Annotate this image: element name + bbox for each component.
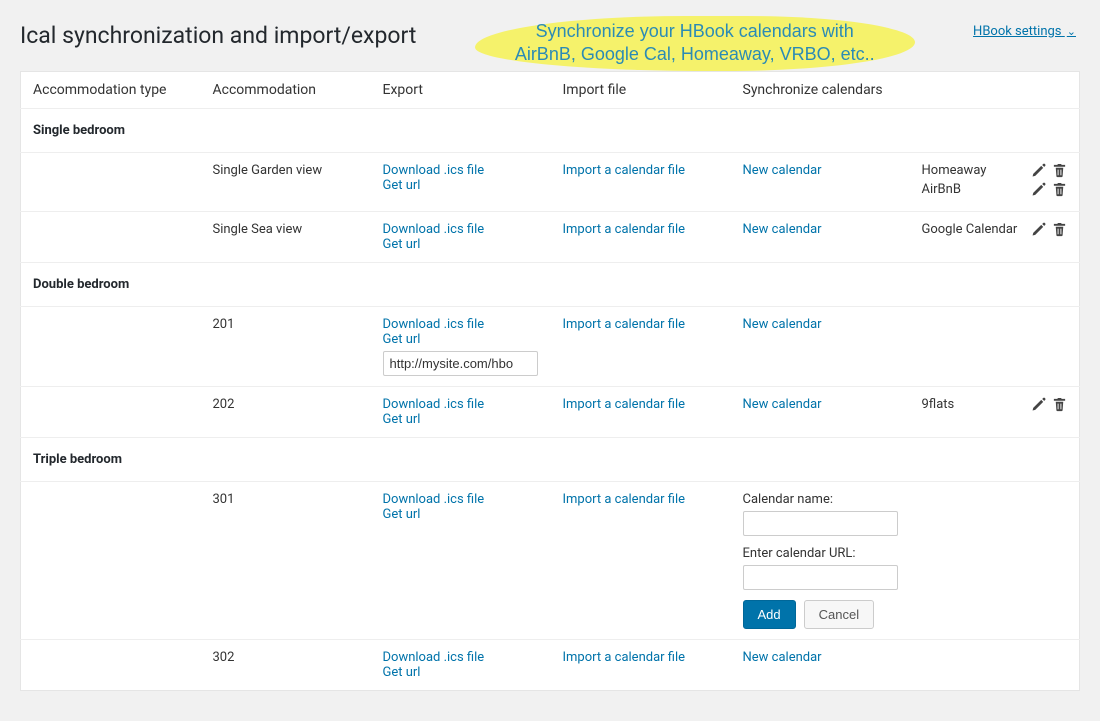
section-title: Double bedroom — [21, 262, 1080, 306]
delete-icon[interactable] — [1052, 163, 1067, 178]
get-url-link[interactable]: Get url — [383, 665, 421, 680]
calendar-url-label: Enter calendar URL: — [743, 546, 898, 561]
import-calendar-link[interactable]: Import a calendar file — [563, 397, 686, 412]
highlight-note: Synchronize your HBook calendars with Ai… — [475, 16, 915, 71]
col-type: Accommodation type — [21, 71, 201, 108]
calendar-name-label: Calendar name: — [743, 492, 898, 507]
hbook-settings-link[interactable]: HBook settings ⌄ — [973, 24, 1076, 39]
col-export: Export — [371, 71, 551, 108]
get-url-link[interactable]: Get url — [383, 237, 421, 252]
new-calendar-link[interactable]: New calendar — [743, 163, 822, 178]
delete-icon[interactable] — [1052, 397, 1067, 412]
edit-icon[interactable] — [1031, 163, 1046, 178]
section-title: Triple bedroom — [21, 437, 1080, 481]
get-url-link[interactable]: Get url — [383, 412, 421, 427]
note-line2: AirBnB, Google Cal, Homeaway, VRBO, etc.… — [515, 44, 875, 64]
table-row: 201 Download .ics fileGet url Import a cal… — [21, 306, 1080, 386]
accom-name: 201 — [201, 306, 371, 386]
download-ics-link[interactable]: Download .ics file — [383, 222, 485, 237]
settings-link-label: HBook settings — [973, 24, 1061, 39]
add-button[interactable]: Add — [743, 600, 796, 629]
col-accom: Accommodation — [201, 71, 371, 108]
table-row: Single Garden view Download .ics fileGet … — [21, 152, 1080, 211]
new-calendar-link[interactable]: New calendar — [743, 650, 822, 665]
download-ics-link[interactable]: Download .ics file — [383, 650, 485, 665]
calendar-name-input[interactable] — [743, 511, 898, 536]
edit-icon[interactable] — [1031, 182, 1046, 197]
note-line1: Synchronize your HBook calendars with — [536, 21, 854, 41]
accom-name: Single Garden view — [201, 152, 371, 211]
table-row: 301 Download .ics fileGet url Import a cal… — [21, 481, 1080, 639]
get-url-link[interactable]: Get url — [383, 178, 421, 193]
page-title: Ical synchronization and import/export — [20, 22, 416, 49]
ical-table: Accommodation type Accommodation Export … — [20, 71, 1080, 691]
edit-icon[interactable] — [1031, 222, 1046, 237]
table-row: 302 Download .ics fileGet url Import a cal… — [21, 639, 1080, 690]
calendar-name: Google Calendar — [922, 222, 1024, 237]
calendar-name: 9flats — [922, 397, 1024, 412]
download-ics-link[interactable]: Download .ics file — [383, 163, 485, 178]
section-title: Single bedroom — [21, 108, 1080, 152]
accom-name: Single Sea view — [201, 211, 371, 262]
import-calendar-link[interactable]: Import a calendar file — [563, 317, 686, 332]
calendar-name: AirBnB — [922, 182, 1024, 197]
col-calendars — [910, 71, 1080, 108]
accom-name: 302 — [201, 639, 371, 690]
calendar-url-input[interactable] — [743, 565, 898, 590]
col-import: Import file — [551, 71, 731, 108]
import-calendar-link[interactable]: Import a calendar file — [563, 492, 686, 507]
accom-name: 301 — [201, 481, 371, 639]
import-calendar-link[interactable]: Import a calendar file — [563, 650, 686, 665]
table-row: Single Sea view Download .ics fileGet url… — [21, 211, 1080, 262]
url-input[interactable] — [383, 351, 538, 376]
import-calendar-link[interactable]: Import a calendar file — [563, 222, 686, 237]
download-ics-link[interactable]: Download .ics file — [383, 397, 485, 412]
calendar-name: Homeaway — [922, 163, 1024, 178]
table-row: 202 Download .ics fileGet url Import a cal… — [21, 386, 1080, 437]
new-calendar-link[interactable]: New calendar — [743, 397, 822, 412]
download-ics-link[interactable]: Download .ics file — [383, 317, 485, 332]
col-sync: Synchronize calendars — [731, 71, 910, 108]
get-url-link[interactable]: Get url — [383, 507, 421, 522]
accom-name: 202 — [201, 386, 371, 437]
delete-icon[interactable] — [1052, 182, 1067, 197]
edit-icon[interactable] — [1031, 397, 1046, 412]
new-calendar-link[interactable]: New calendar — [743, 222, 822, 237]
cancel-button[interactable]: Cancel — [804, 600, 874, 629]
chevron-down-icon: ⌄ — [1067, 25, 1076, 38]
delete-icon[interactable] — [1052, 222, 1067, 237]
get-url-link[interactable]: Get url — [383, 332, 421, 347]
new-calendar-link[interactable]: New calendar — [743, 317, 822, 332]
download-ics-link[interactable]: Download .ics file — [383, 492, 485, 507]
import-calendar-link[interactable]: Import a calendar file — [563, 163, 686, 178]
